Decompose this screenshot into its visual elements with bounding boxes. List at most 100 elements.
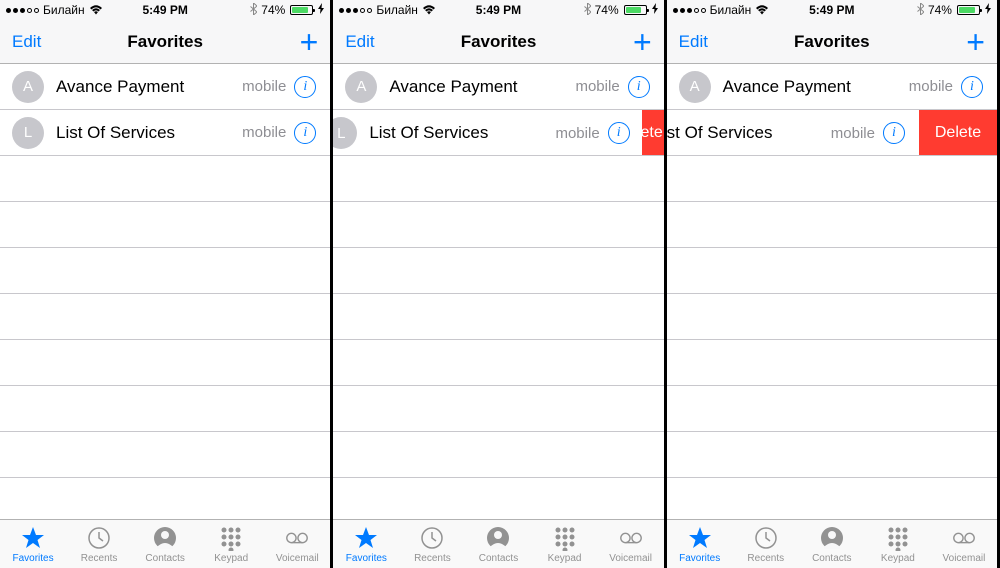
favorites-list[interactable]: A Avance Payment mobile i st Of Services… — [667, 64, 997, 519]
favorite-row[interactable]: L List Of Services mobile i — [0, 110, 330, 156]
delete-button[interactable]: ete — [642, 110, 664, 156]
contact-type: mobile — [242, 78, 286, 95]
empty-row — [0, 248, 330, 294]
status-bar: Билайн 5:49 PM 74% — [0, 0, 330, 20]
empty-row — [0, 386, 330, 432]
avatar: A — [345, 71, 377, 103]
bluetooth-icon — [917, 3, 924, 18]
empty-row — [667, 432, 997, 478]
tab-voicemail[interactable]: Voicemail — [598, 525, 664, 564]
contact-icon — [152, 525, 178, 551]
keypad-icon — [218, 525, 244, 551]
clock-icon — [86, 525, 112, 551]
tab-label: Favorites — [679, 553, 720, 564]
edit-button[interactable]: Edit — [345, 32, 374, 52]
tab-bar: Favorites Recents Contacts Keypad Voicem… — [0, 519, 330, 568]
battery-percent: 74% — [261, 3, 285, 17]
tab-recents[interactable]: Recents — [733, 525, 799, 564]
delete-label: Delete — [935, 124, 981, 142]
tab-favorites[interactable]: Favorites — [0, 525, 66, 564]
add-button[interactable]: + — [966, 26, 985, 58]
carrier-label: Билайн — [376, 3, 418, 17]
tab-keypad[interactable]: Keypad — [198, 525, 264, 564]
favorite-row[interactable]: A Avance Payment mobile i — [667, 64, 997, 110]
screen-3-swipe-full: Билайн 5:49 PM 74% Edit Favorites + A Av… — [667, 0, 1000, 568]
tab-keypad[interactable]: Keypad — [865, 525, 931, 564]
clock-icon — [419, 525, 445, 551]
tab-contacts[interactable]: Contacts — [799, 525, 865, 564]
avatar: L — [12, 117, 44, 149]
empty-row — [333, 248, 663, 294]
screen-2-swipe-partial: Билайн 5:49 PM 74% Edit Favorites + A Av… — [333, 0, 666, 568]
tab-recents[interactable]: Recents — [399, 525, 465, 564]
charging-icon — [652, 3, 658, 17]
tab-keypad[interactable]: Keypad — [532, 525, 598, 564]
battery-icon — [290, 5, 313, 15]
contact-name: List Of Services — [56, 123, 242, 143]
contact-name: Avance Payment — [389, 77, 575, 97]
tab-label: Voicemail — [276, 553, 319, 564]
keypad-icon — [885, 525, 911, 551]
tab-contacts[interactable]: Contacts — [132, 525, 198, 564]
tab-label: Keypad — [548, 553, 582, 564]
edit-button[interactable]: Edit — [679, 32, 708, 52]
contact-name: List Of Services — [369, 123, 555, 143]
avatar: A — [12, 71, 44, 103]
empty-row — [667, 248, 997, 294]
delete-button[interactable]: Delete — [919, 110, 997, 156]
empty-row — [333, 386, 663, 432]
tab-recents[interactable]: Recents — [66, 525, 132, 564]
empty-row — [0, 202, 330, 248]
star-icon — [353, 525, 379, 551]
empty-row — [333, 202, 663, 248]
favorite-row[interactable]: A Avance Payment mobile i — [333, 64, 663, 110]
tab-label: Recents — [81, 553, 118, 564]
tab-label: Contacts — [145, 553, 184, 564]
page-title: Favorites — [794, 32, 870, 52]
info-icon[interactable]: i — [628, 76, 650, 98]
tab-label: Recents — [414, 553, 451, 564]
tab-bar: Favorites Recents Contacts Keypad Voicem… — [333, 519, 663, 568]
info-icon[interactable]: i — [961, 76, 983, 98]
battery-icon — [957, 5, 980, 15]
empty-row — [333, 294, 663, 340]
add-button[interactable]: + — [300, 26, 319, 58]
tab-voicemail[interactable]: Voicemail — [264, 525, 330, 564]
voicemail-icon — [951, 525, 977, 551]
voicemail-icon — [618, 525, 644, 551]
empty-row — [333, 340, 663, 386]
empty-row — [0, 156, 330, 202]
status-time: 5:49 PM — [809, 3, 854, 17]
add-button[interactable]: + — [633, 26, 652, 58]
contact-icon — [819, 525, 845, 551]
empty-row — [667, 386, 997, 432]
tab-voicemail[interactable]: Voicemail — [931, 525, 997, 564]
tab-label: Favorites — [12, 553, 53, 564]
favorite-row-swiping[interactable]: L List Of Services mobile i ete — [333, 110, 663, 156]
status-bar: Билайн 5:49 PM 74% — [667, 0, 997, 20]
keypad-icon — [552, 525, 578, 551]
tab-label: Contacts — [479, 553, 518, 564]
favorites-list[interactable]: A Avance Payment mobile i L List Of Serv… — [0, 64, 330, 519]
tab-favorites[interactable]: Favorites — [667, 525, 733, 564]
battery-percent: 74% — [928, 3, 952, 17]
contact-type: mobile — [555, 125, 599, 142]
status-bar: Билайн 5:49 PM 74% — [333, 0, 663, 20]
empty-row — [0, 294, 330, 340]
info-icon[interactable]: i — [294, 76, 316, 98]
info-icon[interactable]: i — [883, 122, 905, 144]
wifi-icon — [755, 4, 769, 17]
tab-contacts[interactable]: Contacts — [465, 525, 531, 564]
favorite-row-swiped[interactable]: st Of Services mobile i Delete — [667, 110, 997, 156]
status-time: 5:49 PM — [476, 3, 521, 17]
avatar: A — [679, 71, 711, 103]
info-icon[interactable]: i — [294, 122, 316, 144]
carrier-label: Билайн — [710, 3, 752, 17]
favorites-list[interactable]: A Avance Payment mobile i L List Of Serv… — [333, 64, 663, 519]
contact-name-truncated: st Of Services — [667, 123, 831, 143]
info-icon[interactable]: i — [608, 122, 630, 144]
tab-favorites[interactable]: Favorites — [333, 525, 399, 564]
edit-button[interactable]: Edit — [12, 32, 41, 52]
star-icon — [20, 525, 46, 551]
favorite-row[interactable]: A Avance Payment mobile i — [0, 64, 330, 110]
